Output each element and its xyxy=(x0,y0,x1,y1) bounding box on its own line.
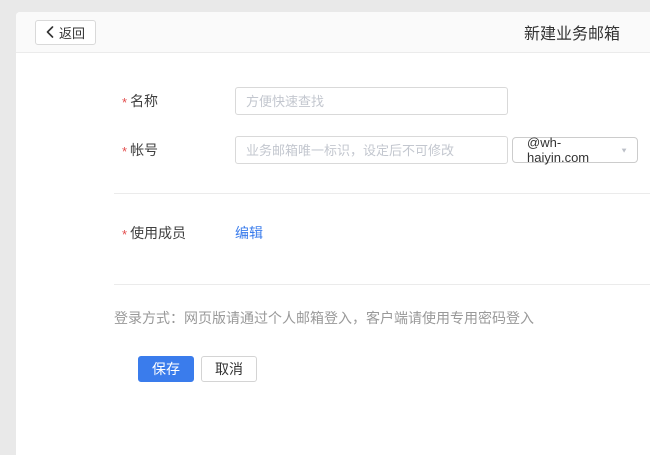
members-field-label-text: 使用成员 xyxy=(130,225,186,241)
action-buttons: 保存 取消 xyxy=(16,356,650,382)
new-mailbox-panel: 返回 新建业务邮箱 *名称 *帐号 @wh-haiyin.com ▼ *使用成员 xyxy=(16,12,650,455)
required-marker: * xyxy=(122,95,127,110)
back-button-label: 返回 xyxy=(59,23,85,42)
required-marker: * xyxy=(122,144,127,159)
account-field-label-text: 帐号 xyxy=(130,142,158,158)
members-field-label: *使用成员 xyxy=(122,223,235,243)
edit-members-link[interactable]: 编辑 xyxy=(235,223,263,243)
name-field-label: *名称 xyxy=(122,91,235,111)
panel-header: 返回 新建业务邮箱 xyxy=(16,12,650,53)
section-divider xyxy=(114,193,650,194)
save-button[interactable]: 保存 xyxy=(138,356,194,382)
chevron-down-icon: ▼ xyxy=(620,146,628,154)
account-field-row: *帐号 @wh-haiyin.com ▼ xyxy=(16,136,650,164)
account-field-label: *帐号 xyxy=(122,140,235,160)
required-marker: * xyxy=(122,227,127,242)
section-divider xyxy=(114,284,650,285)
domain-select-value: @wh-haiyin.com xyxy=(527,135,620,165)
login-method-hint: 登录方式：网页版请通过个人邮箱登入，客户端请使用专用密码登入 xyxy=(16,308,650,328)
account-input[interactable] xyxy=(235,136,508,164)
page-title: 新建业务邮箱 xyxy=(524,20,620,44)
cancel-button[interactable]: 取消 xyxy=(201,356,257,382)
chevron-left-icon xyxy=(46,26,54,38)
domain-select[interactable]: @wh-haiyin.com ▼ xyxy=(512,137,638,163)
back-button[interactable]: 返回 xyxy=(35,20,96,45)
form-area: *名称 *帐号 @wh-haiyin.com ▼ *使用成员 编辑 登录方式：网… xyxy=(16,53,650,382)
members-field-row: *使用成员 编辑 xyxy=(16,223,650,243)
name-input[interactable] xyxy=(235,87,508,115)
name-field-label-text: 名称 xyxy=(130,93,158,109)
name-field-row: *名称 xyxy=(16,87,650,115)
